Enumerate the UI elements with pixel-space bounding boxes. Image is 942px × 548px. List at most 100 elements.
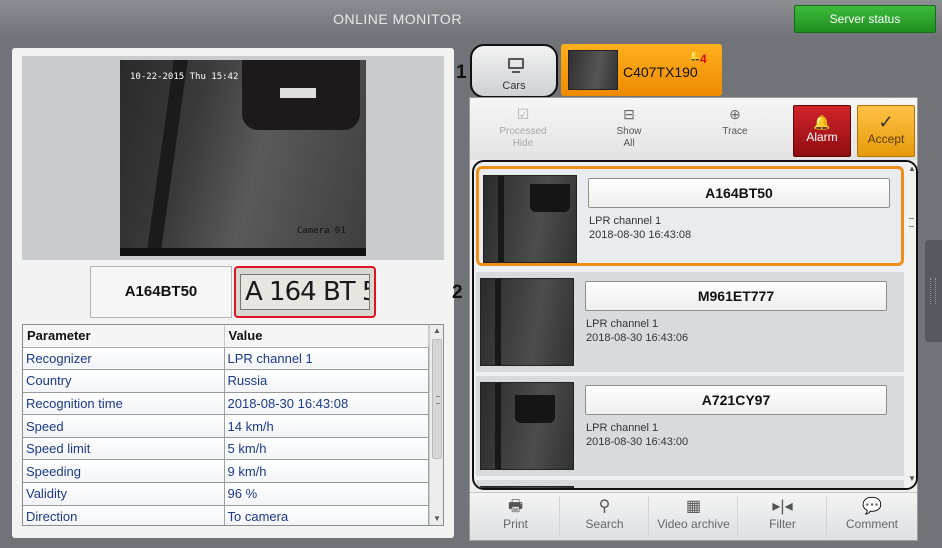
server-status-button[interactable]: Server status	[794, 5, 936, 33]
checkmark-icon: ☑	[516, 106, 530, 122]
param-name: Recognizer	[23, 347, 225, 371]
grip-icon	[436, 396, 440, 404]
event-plate: A164BT50	[588, 178, 890, 208]
frame-camera-caption: Camera 01	[297, 226, 346, 236]
event-time: 2018-08-30 16:43:08	[589, 229, 692, 241]
parameters-scrollbar[interactable]: ▲ ▼	[429, 325, 443, 525]
parameters-table: Parameter Value Recognizer LPR channel 1 …	[22, 324, 444, 526]
alarm-label: Alarm	[806, 130, 838, 144]
comment-icon: 💬	[862, 498, 882, 515]
processed-hide-button[interactable]: ☑ Processed Hide	[485, 106, 561, 150]
list-item[interactable]: M961ET777 LPR channel 1 2018-08-30 16:43…	[476, 272, 904, 372]
frame-viewer: 10-22-2015 Thu 15:42 Camera 01	[22, 56, 444, 260]
table-row[interactable]: Country Russia	[23, 369, 429, 393]
param-value: 96 %	[224, 482, 429, 506]
frame-timestamp: 10-22-2015 Thu 15:42	[130, 72, 239, 82]
param-value: Russia	[224, 369, 429, 393]
scroll-down-icon[interactable]: ▼	[430, 513, 443, 525]
tab-cars-label: Cars	[502, 80, 526, 92]
search-button[interactable]: ⚲ Search	[561, 497, 649, 537]
param-value: 9 km/h	[224, 459, 429, 484]
scroll-up-icon[interactable]: ▲	[906, 164, 916, 176]
scroll-thumb[interactable]	[432, 339, 442, 459]
frame-strip	[120, 248, 366, 256]
param-name: Country	[23, 369, 225, 393]
param-name: Speed limit	[23, 437, 225, 461]
window-title: ONLINE MONITOR	[333, 11, 462, 27]
monitor-stand	[512, 71, 520, 73]
frame-plate	[280, 88, 316, 98]
recognized-plate-text: A164BT50	[90, 266, 232, 318]
column-header-value[interactable]: Value	[224, 325, 429, 348]
video-archive-label: Video archive	[657, 517, 730, 531]
print-label: Print	[503, 517, 528, 531]
event-time: 2018-08-30 16:43:06	[586, 332, 689, 344]
param-value: To camera	[224, 505, 429, 525]
table-row[interactable]: Speeding 9 km/h	[23, 459, 429, 484]
event-thumbnail	[483, 175, 577, 263]
tab-cars[interactable]: Cars	[470, 44, 558, 98]
param-value: 5 km/h	[224, 437, 429, 461]
table-row[interactable]: Recognizer LPR channel 1	[23, 347, 429, 371]
list-item[interactable]: A164BT50 LPR channel 1 2018-08-30 16:43:…	[476, 166, 904, 266]
event-channel: LPR channel 1	[586, 422, 659, 434]
plate-crop-image: А 164 ВТ 50	[234, 266, 376, 318]
show-all-button[interactable]: ⊟ Show All	[591, 107, 667, 150]
alarm-button[interactable]: 🔔 Alarm	[793, 105, 851, 157]
events-panel: ☑ Processed Hide ⊟ Show All ⊕ Trace 🔔 Al…	[469, 97, 918, 541]
scroll-up-icon[interactable]: ▲	[430, 325, 443, 337]
print-button[interactable]: 🖶 Print	[472, 497, 560, 537]
trace-icon: ⊕	[729, 106, 741, 122]
side-panel-handle[interactable]	[925, 240, 942, 342]
titlebar: ONLINE MONITOR Server status	[0, 0, 942, 40]
table-row[interactable]: Validity 96 %	[23, 482, 429, 506]
grip-icon	[930, 278, 936, 304]
param-name: Recognition time	[23, 392, 225, 416]
event-thumbnail	[480, 278, 574, 366]
table-row[interactable]: Speed limit 5 km/h	[23, 437, 429, 461]
event-thumbnail	[480, 486, 574, 488]
list-item[interactable]: A721CY97 LPR channel 1 2018-08-30 16:43:…	[476, 376, 904, 476]
param-name: Validity	[23, 482, 225, 506]
comment-label: Comment	[845, 517, 898, 531]
table-row[interactable]: Speed 14 km/h	[23, 414, 429, 438]
comment-button[interactable]: 💬 Comment	[828, 497, 916, 537]
column-header-parameter[interactable]: Parameter	[23, 325, 225, 348]
param-value: 2018-08-30 16:43:08	[224, 392, 429, 416]
accept-label: Accept	[867, 132, 905, 146]
event-plate: M961ET777	[585, 281, 887, 311]
trace-button[interactable]: ⊕ Trace	[697, 106, 773, 138]
trace-label: Trace	[722, 126, 748, 137]
param-name: Speeding	[23, 459, 225, 484]
event-thumbnail	[480, 382, 574, 470]
show-all-label: Show All	[616, 126, 642, 149]
road-curb	[146, 60, 188, 256]
event-channel: LPR channel 1	[589, 215, 662, 227]
callout-1: 1	[456, 62, 467, 83]
grip-icon	[909, 218, 914, 227]
filter-button[interactable]: ▸|◂ Filter	[739, 497, 827, 537]
plate-crop-text: А 164 ВТ 50	[240, 274, 370, 310]
events-scrollbar[interactable]: ▲ ▼	[906, 162, 916, 488]
table-row[interactable]: Direction To camera	[23, 505, 429, 525]
filter-label: Filter	[769, 517, 796, 531]
scroll-down-icon[interactable]: ▼	[906, 474, 916, 486]
bell-icon: 🔔	[813, 114, 831, 130]
table-row[interactable]: Recognition time 2018-08-30 16:43:08	[23, 392, 429, 416]
film-icon: ▦	[685, 498, 702, 515]
param-value: LPR channel 1	[224, 347, 429, 371]
alarm-tab-plate: C407TX190	[623, 64, 698, 80]
event-detail-panel: 10-22-2015 Thu 15:42 Camera 01 A164BT50 …	[12, 48, 454, 538]
event-channel: LPR channel 1	[586, 318, 659, 330]
filter-icon: ▸|◂	[772, 498, 793, 515]
param-name: Direction	[23, 505, 225, 525]
online-monitor-window: ONLINE MONITOR Server status 10-22-2015 …	[0, 0, 942, 548]
video-archive-button[interactable]: ▦ Video archive	[650, 497, 738, 537]
processed-hide-label: Processed Hide	[499, 126, 547, 149]
list-item[interactable]	[476, 480, 904, 488]
bell-icon: 🔔	[689, 51, 702, 62]
tab-alarm-event[interactable]: C407TX190 🔔 4	[561, 44, 722, 96]
accept-button[interactable]: ✓ Accept	[857, 105, 915, 157]
param-value: 14 km/h	[224, 414, 429, 438]
camera-frame-image: 10-22-2015 Thu 15:42 Camera 01	[120, 60, 366, 256]
